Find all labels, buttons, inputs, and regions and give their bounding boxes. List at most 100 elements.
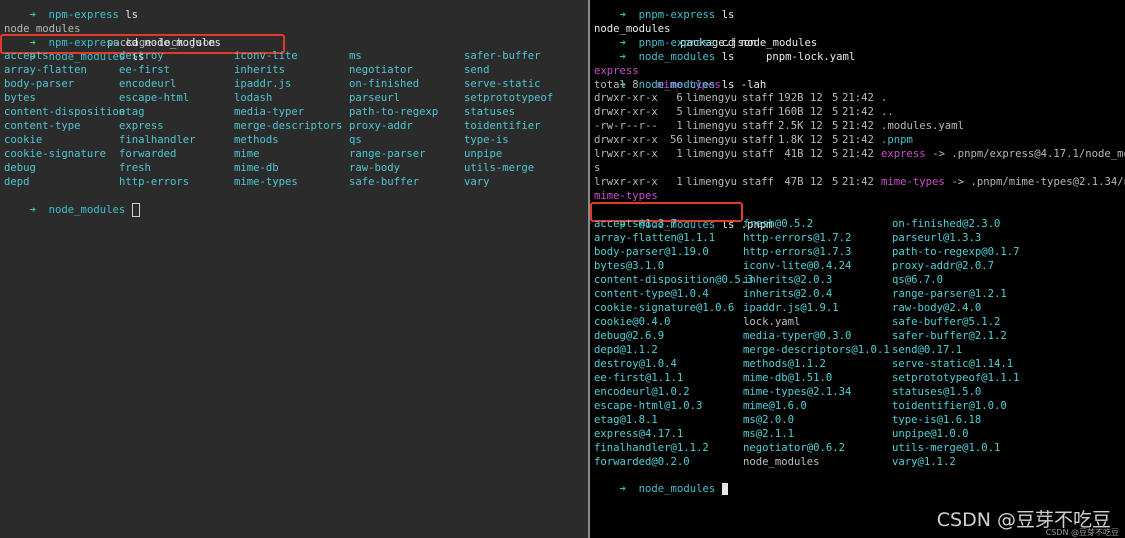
prompt-arrow: ➜: [619, 483, 626, 495]
listing-time: 21:42: [842, 148, 874, 160]
listing-links: 1: [676, 176, 683, 188]
pnpm-entry: path-to-regexp@0.1.7: [892, 246, 1020, 258]
listing-size: 160B: [778, 106, 804, 118]
listing-permissions: -rw-r--r--: [594, 120, 658, 132]
pnpm-entry: depd@1.1.2: [594, 344, 658, 356]
pnpm-entry: type-is@1.6.18: [892, 414, 982, 426]
pnpm-entry: raw-body@2.4.0: [892, 302, 982, 314]
right-final-prompt[interactable]: ➜ node_modules: [594, 468, 728, 495]
listing-name: express: [881, 148, 926, 160]
pnpm-entry: send@0.17.1: [892, 344, 963, 356]
ls-entry: raw-body: [349, 162, 401, 174]
right-terminal-pane[interactable]: ➜ pnpm-express ls node_modules package.j…: [590, 0, 1125, 538]
pnpm-entry: lock.yaml: [743, 316, 801, 328]
listing-month: 12: [810, 120, 823, 132]
pnpm-entry: on-finished@2.3.0: [892, 218, 1001, 230]
left-terminal-pane[interactable]: ➜ npm-express ls node_modules package-lo…: [0, 0, 588, 538]
listing-size: 41B: [784, 148, 804, 160]
listing-group: staff: [742, 92, 774, 104]
listing-owner: limengyu: [686, 120, 738, 132]
listing-name: .: [881, 92, 888, 104]
pnpm-entry: forwarded@0.2.0: [594, 456, 690, 468]
pnpm-entry: safe-buffer@5.1.2: [892, 316, 1001, 328]
pnpm-entry: utils-merge@1.0.1: [892, 442, 1001, 454]
pnpm-entry: finalhandler@1.1.2: [594, 442, 709, 454]
ls-entry: escape-html: [119, 92, 190, 104]
pnpm-entry: content-type@1.0.4: [594, 288, 709, 300]
listing-day: 5: [832, 120, 839, 132]
pnpm-entry: safer-buffer@2.1.2: [892, 330, 1007, 342]
pnpm-entry: serve-static@1.14.1: [892, 358, 1014, 370]
listing-month: 12: [810, 106, 823, 118]
listing-permissions: lrwxr-xr-x: [594, 176, 658, 188]
ls-entry: mime-db: [234, 162, 279, 174]
pnpm-entry: ee-first@1.1.1: [594, 372, 684, 384]
ls-entry: parseurl: [349, 92, 401, 104]
listing-day: 5: [832, 106, 839, 118]
pnpm-entry: content-disposition@0.5.3: [594, 274, 754, 286]
ls-entry: toidentifier: [464, 120, 541, 132]
ls-entry: finalhandler: [119, 134, 196, 146]
pnpm-store-listing: accepts@1.3.7 array-flatten@1.1.1 body-par…: [594, 218, 1124, 470]
listing-size: 2.5K: [778, 120, 804, 132]
ls-entry: forwarded: [119, 148, 177, 160]
listing-time: 21:42: [842, 176, 874, 188]
ls-entry: express: [119, 120, 164, 132]
listing-symlink-target: -> .pnpm/express@4.17.1/node_module: [932, 148, 1125, 160]
listing-day: 5: [832, 176, 839, 188]
ls-entry: proxy-addr: [349, 120, 413, 132]
left-prompt-line-0: ➜ npm-express ls: [4, 0, 138, 21]
listing-group: staff: [742, 134, 774, 146]
pnpm-entry: setprototypeof@1.1.1: [892, 372, 1020, 384]
ls-entry: safer-buffer: [464, 50, 541, 62]
pnpm-entry: merge-descriptors@1.0.1: [743, 344, 890, 356]
ls-entry: fresh: [119, 162, 151, 174]
ls-entry: ee-first: [119, 64, 171, 76]
pnpm-entry: qs@6.7.0: [892, 274, 944, 286]
listing-symlink-target: -> .pnpm/mime-types@2.1.34/node_: [951, 176, 1125, 188]
pnpm-entry: media-typer@0.3.0: [743, 330, 852, 342]
pnpm-entry: express@4.17.1: [594, 428, 684, 440]
pnpm-entry: range-parser@1.2.1: [892, 288, 1007, 300]
ls-entry: http-errors: [119, 176, 190, 188]
left-final-prompt[interactable]: ➜ node_modules: [4, 189, 140, 217]
pnpm-entry: mime-db@1.51.0: [743, 372, 833, 384]
right-prompt-line-0: ➜ pnpm-express ls: [594, 0, 735, 21]
listing-wrap: s: [594, 162, 601, 174]
listing-day: 5: [832, 92, 839, 104]
pnpm-entry: toidentifier@1.0.0: [892, 400, 1007, 412]
pnpm-entry: inherits@2.0.3: [743, 274, 833, 286]
ls-entry: content-type: [4, 120, 81, 132]
ls-entry: accepts: [4, 50, 49, 62]
pnpm-entry: unpipe@1.0.0: [892, 428, 969, 440]
pnpm-entry: body-parser@1.19.0: [594, 246, 709, 258]
terminal-cursor: [131, 203, 140, 217]
listing-time: 21:42: [842, 92, 874, 104]
ls-entry: path-to-regexp: [349, 106, 439, 118]
right-prompt-line-3: ➜ node_modules ls: [594, 36, 735, 63]
pnpm-entry: escape-html@1.0.3: [594, 400, 703, 412]
listing-links: 1: [676, 120, 683, 132]
listing-links: 1: [676, 148, 683, 160]
ls-entry: unpipe: [464, 148, 503, 160]
listing-group: staff: [742, 148, 774, 160]
prompt-dir: node_modules: [48, 204, 126, 216]
listing-day: 5: [832, 148, 839, 160]
listing-size: 192B: [778, 92, 804, 104]
ls-entry: qs: [349, 134, 362, 146]
listing-size: 47B: [784, 176, 804, 188]
ls-entry: inherits: [234, 64, 286, 76]
left-output-line-1: node_modules package-lock.json: [4, 8, 584, 49]
ls-entry: methods: [234, 134, 279, 146]
listing-group: staff: [742, 176, 774, 188]
ls-entry: merge-descriptors: [234, 120, 343, 132]
left-ls-output: accepts array-flatten body-parser bytes cont…: [4, 50, 584, 190]
pnpm-entry: http-errors@1.7.2: [743, 232, 852, 244]
listing-permissions: lrwxr-xr-x: [594, 148, 658, 160]
pnpm-entry: parseurl@1.3.3: [892, 232, 982, 244]
ls-entry: type-is: [464, 134, 509, 146]
ls-entry: cookie: [4, 134, 43, 146]
pnpm-entry: ms@2.1.1: [743, 428, 795, 440]
pnpm-entry: cookie-signature@1.0.6: [594, 302, 735, 314]
ls-entry: safe-buffer: [349, 176, 420, 188]
